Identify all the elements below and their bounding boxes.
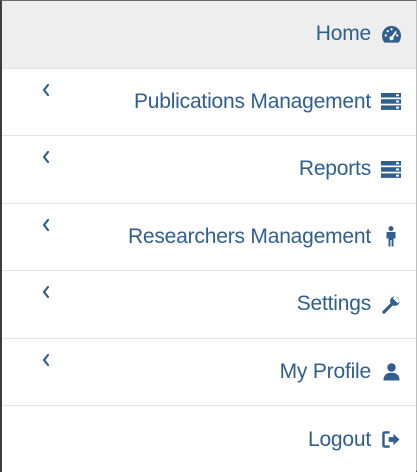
menu-item-label: Publications Management	[133, 89, 371, 113]
server-icon	[380, 158, 402, 180]
sidebar-menu-panel: Home Publications Management Reports Res…	[0, 0, 417, 474]
menu-item-label: Reports	[298, 157, 371, 181]
chevron-left-icon[interactable]	[42, 218, 50, 232]
menu-item-publications-management[interactable]: Publications Management	[2, 68, 416, 136]
chevron-left-icon[interactable]	[42, 150, 50, 164]
menu-item-label: Researchers Management	[127, 224, 371, 248]
dashboard-icon	[380, 23, 402, 45]
wrench-icon	[380, 293, 402, 315]
chevron-left-icon[interactable]	[42, 285, 50, 299]
menu-item-logout[interactable]: Logout	[2, 406, 416, 474]
menu-item-home[interactable]: Home	[2, 1, 416, 69]
menu-item-label: Settings	[296, 292, 371, 316]
chevron-left-icon[interactable]	[42, 353, 50, 367]
menu-item-label: My Profile	[279, 359, 372, 383]
menu-item-researchers-management[interactable]: Researchers Management	[2, 203, 416, 271]
menu-item-reports[interactable]: Reports	[2, 136, 416, 204]
sidebar-menu: Home Publications Management Reports Res…	[2, 1, 416, 474]
menu-item-label: Home	[315, 22, 371, 46]
chevron-left-icon[interactable]	[42, 83, 50, 97]
server-icon	[380, 91, 402, 113]
sign-out-icon	[380, 429, 402, 451]
menu-item-my-profile[interactable]: My Profile	[2, 338, 416, 406]
male-figure-icon	[380, 226, 402, 248]
user-icon	[380, 361, 402, 383]
menu-item-label: Logout	[307, 427, 371, 451]
menu-item-settings[interactable]: Settings	[2, 271, 416, 339]
